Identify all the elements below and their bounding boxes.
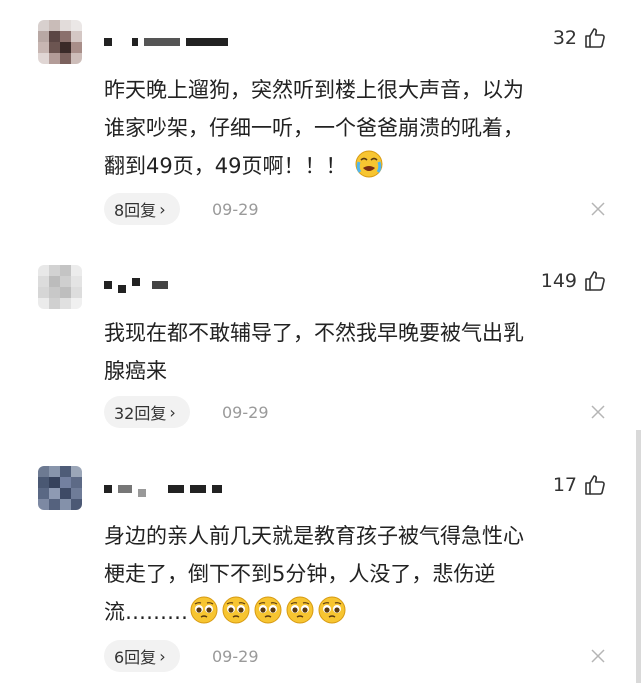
- chevron-right-icon: ›: [159, 646, 166, 666]
- thumbs-up-icon[interactable]: [583, 473, 607, 497]
- like-count[interactable]: 17: [553, 473, 607, 497]
- chevron-right-icon: ›: [169, 402, 176, 422]
- close-icon[interactable]: [591, 649, 605, 663]
- like-count[interactable]: 32: [553, 26, 607, 50]
- chevron-right-icon: ›: [159, 199, 166, 219]
- like-count-value: 149: [540, 270, 577, 292]
- username-redacted[interactable]: [104, 278, 168, 293]
- pleading-face-emoji: [190, 596, 218, 624]
- like-count[interactable]: 149: [541, 269, 607, 293]
- reply-button[interactable]: 32回复 ›: [104, 396, 190, 428]
- close-icon[interactable]: [591, 405, 605, 419]
- crying-face-emoji: [355, 150, 383, 178]
- scrollbar[interactable]: [636, 430, 641, 683]
- thumbs-up-icon[interactable]: [583, 269, 607, 293]
- like-count-value: 17: [552, 474, 577, 496]
- reply-button[interactable]: 8回复 ›: [104, 193, 180, 225]
- avatar[interactable]: [38, 265, 82, 309]
- avatar[interactable]: [38, 20, 82, 64]
- close-icon[interactable]: [591, 202, 605, 216]
- pleading-face-emoji: [286, 596, 314, 624]
- comment-text: 昨天晚上遛狗，突然听到楼上很大声音，以为 谁家吵架，仔细一听，一个爸爸崩溃的吼着…: [104, 78, 524, 178]
- like-count-value: 32: [552, 27, 577, 49]
- reply-button[interactable]: 6回复 ›: [104, 640, 180, 672]
- thumbs-up-icon[interactable]: [583, 26, 607, 50]
- emoji-row: [188, 596, 348, 624]
- username-redacted[interactable]: [104, 35, 228, 49]
- avatar[interactable]: [38, 466, 82, 510]
- comment-text: 我现在都不敢辅导了，不然我早晚要被气出乳 腺癌来: [104, 321, 524, 383]
- pleading-face-emoji: [318, 596, 346, 624]
- comment-date: 09-29: [212, 200, 259, 219]
- username-redacted[interactable]: [104, 482, 222, 497]
- comment-date: 09-29: [212, 647, 259, 666]
- comment-text: 身边的亲人前几天就是教育孩子被气得急性心 梗走了，倒下不到5分钟，人没了，悲伤逆…: [104, 524, 524, 624]
- pleading-face-emoji: [222, 596, 250, 624]
- comment-date: 09-29: [222, 403, 269, 422]
- pleading-face-emoji: [254, 596, 282, 624]
